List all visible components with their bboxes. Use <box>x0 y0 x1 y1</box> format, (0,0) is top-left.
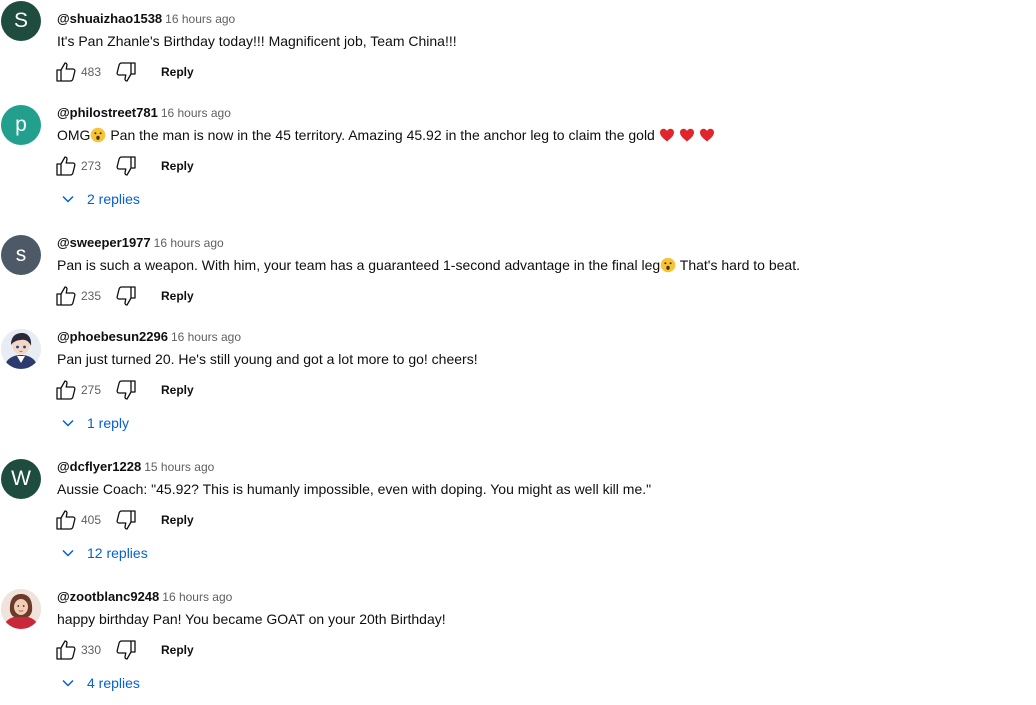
comment-header: @sweeper1977 16 hours ago <box>57 235 224 251</box>
like-button[interactable] <box>54 60 78 84</box>
thumbs-up-icon <box>56 286 76 306</box>
dislike-button[interactable] <box>114 508 138 532</box>
dislike-button[interactable] <box>114 284 138 308</box>
chevron-down-icon <box>62 419 74 427</box>
thumbs-down-icon <box>116 640 136 660</box>
reply-button[interactable]: Reply <box>161 383 194 397</box>
comment-header: @shuaizhao1538 16 hours ago <box>57 11 235 27</box>
chevron-down-icon <box>62 195 74 203</box>
replies-count-label: 2 replies <box>87 191 140 207</box>
chevron-down-icon <box>62 679 74 687</box>
like-button[interactable] <box>54 154 78 178</box>
like-button[interactable] <box>54 378 78 402</box>
author-name[interactable]: @phoebesun2296 <box>57 329 168 344</box>
comment-header: @philostreet781 16 hours ago <box>57 105 231 121</box>
reply-button[interactable]: Reply <box>161 513 194 527</box>
thumbs-down-icon <box>116 380 136 400</box>
comment-text: OMG Pan the man is now in the 45 territo… <box>57 125 715 148</box>
reply-button[interactable]: Reply <box>161 65 194 79</box>
thumbs-down-icon <box>116 286 136 306</box>
reply-button[interactable]: Reply <box>161 643 194 657</box>
person-photo-avatar <box>1 589 41 629</box>
comment-text: Pan just turned 20. He's still young and… <box>57 351 478 367</box>
avatar-letter: s <box>15 243 27 266</box>
author-name[interactable]: @sweeper1977 <box>57 235 151 250</box>
avatar[interactable]: S <box>1 1 41 41</box>
comment-toolbar: 273 Reply <box>54 154 254 178</box>
comment-toolbar: 483 Reply <box>54 60 254 84</box>
comment-timestamp[interactable]: 15 hours ago <box>144 460 214 474</box>
avatar[interactable]: W <box>1 459 41 499</box>
reply-button[interactable]: Reply <box>161 289 194 303</box>
comment-toolbar: 330 Reply <box>54 638 254 662</box>
replies-count-label: 1 reply <box>87 415 130 431</box>
thumbs-up-icon <box>56 62 76 82</box>
like-button[interactable] <box>54 638 78 662</box>
author-name[interactable]: @zootblanc9248 <box>57 589 159 604</box>
like-count: 483 <box>81 65 102 79</box>
like-button[interactable] <box>54 508 78 532</box>
like-count: 275 <box>81 383 102 397</box>
thumbs-up-icon <box>56 640 76 660</box>
red-heart-emoji <box>699 127 715 148</box>
author-name[interactable]: @shuaizhao1538 <box>57 11 162 26</box>
comment-text: Aussie Coach: "45.92? This is humanly im… <box>57 481 652 497</box>
comment-timestamp[interactable]: 16 hours ago <box>154 236 224 250</box>
avatar[interactable] <box>1 589 41 629</box>
comment-header: @phoebesun2296 16 hours ago <box>57 329 241 345</box>
thumbs-up-icon <box>56 510 76 530</box>
thumbs-up-icon <box>56 156 76 176</box>
comment-timestamp[interactable]: 16 hours ago <box>161 106 231 120</box>
comment-timestamp[interactable]: 16 hours ago <box>171 330 241 344</box>
comment-toolbar: 405 Reply <box>54 508 254 532</box>
comment-header: @zootblanc9248 16 hours ago <box>57 589 232 605</box>
comment-timestamp[interactable]: 16 hours ago <box>165 12 235 26</box>
comment-toolbar: 235 Reply <box>54 284 254 308</box>
comment-text: Pan is such a weapon. With him, your tea… <box>57 255 800 278</box>
comment-timestamp[interactable]: 16 hours ago <box>162 590 232 604</box>
like-count: 235 <box>81 289 102 303</box>
chevron-down-icon <box>62 549 74 557</box>
dislike-button[interactable] <box>114 378 138 402</box>
avatar[interactable] <box>1 329 41 369</box>
comment-text: It's Pan Zhanle's Birthday today!!! Magn… <box>57 33 457 49</box>
avatar[interactable]: p <box>1 105 41 145</box>
reply-button[interactable]: Reply <box>161 159 194 173</box>
comment-toolbar: 275 Reply <box>54 378 254 402</box>
like-count: 273 <box>81 159 102 173</box>
thumbs-down-icon <box>116 62 136 82</box>
dislike-button[interactable] <box>114 154 138 178</box>
thumbs-down-icon <box>116 510 136 530</box>
red-heart-emoji <box>679 127 695 148</box>
surprised-face-emoji <box>90 127 106 148</box>
avatar-letter: p <box>15 113 27 136</box>
like-button[interactable] <box>54 284 78 308</box>
surprised-face-emoji <box>660 257 676 278</box>
like-count: 330 <box>81 643 102 657</box>
dislike-button[interactable] <box>114 638 138 662</box>
author-name[interactable]: @dcflyer1228 <box>57 459 141 474</box>
avatar-letter: W <box>11 467 31 490</box>
comment-header: @dcflyer1228 15 hours ago <box>57 459 214 475</box>
thumbs-up-icon <box>56 380 76 400</box>
replies-count-label: 4 replies <box>87 675 140 691</box>
replies-count-label: 12 replies <box>87 545 148 561</box>
comment-text: happy birthday Pan! You became GOAT on y… <box>57 611 446 627</box>
red-heart-emoji <box>659 127 675 148</box>
avatar-letter: S <box>13 9 28 32</box>
thumbs-down-icon <box>116 156 136 176</box>
avatar[interactable]: s <box>1 235 41 275</box>
dislike-button[interactable] <box>114 60 138 84</box>
like-count: 405 <box>81 513 102 527</box>
author-name[interactable]: @philostreet781 <box>57 105 158 120</box>
anime-character-avatar <box>1 329 41 369</box>
